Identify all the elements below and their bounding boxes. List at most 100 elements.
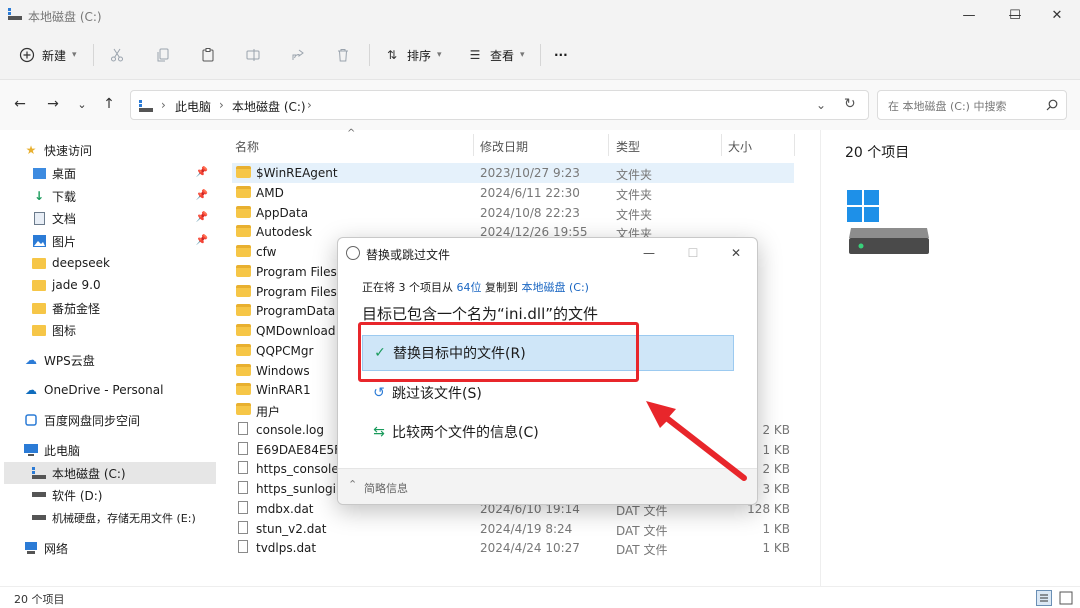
sort-button[interactable]: ⇅ 排序 ▾: [383, 42, 442, 68]
cell-name: ProgramData: [256, 304, 336, 319]
minimize-button-2[interactable]: —: [946, 0, 992, 30]
sidebar-item-fanqie[interactable]: 番茄金怪: [32, 297, 214, 319]
folder-icon: [32, 323, 46, 337]
back-button[interactable]: ←: [10, 94, 30, 114]
search-input[interactable]: 在 本地磁盘 (C:) 中搜索: [877, 90, 1067, 120]
sidebar-item-jade[interactable]: jade 9.0: [32, 274, 214, 296]
clock-icon: [346, 246, 360, 260]
sidebar-item-local-disk-c[interactable]: 本地磁盘 (C:): [4, 462, 216, 484]
cell-name: cfw: [256, 245, 277, 259]
sidebar-item-drive-e[interactable]: 机械硬盘，存储无用文件 (E:): [32, 507, 214, 529]
view-button[interactable]: ☰ 查看 ▾: [466, 42, 525, 68]
address-dropdown-icon[interactable]: ⌄: [816, 98, 826, 112]
column-divider[interactable]: [721, 134, 722, 156]
baidu-netdisk-icon: [24, 413, 38, 427]
sidebar-item-wps-cloud[interactable]: ☁ WPS云盘: [24, 349, 214, 371]
new-button[interactable]: 新建 ▾: [18, 42, 77, 68]
address-bar[interactable]: › 此电脑 › 本地磁盘 (C:) › ⌄ ↻: [130, 90, 869, 120]
cell-name: https_console.s: [256, 462, 349, 477]
sidebar-item-quick-access[interactable]: ★ 快速访问: [24, 139, 214, 161]
sidebar-item-documents[interactable]: 文档 📌: [32, 207, 214, 229]
cell-type: 文件夹: [616, 207, 653, 222]
option-label: 跳过该文件(S): [392, 386, 482, 402]
details-view-icon[interactable]: [1036, 590, 1052, 606]
table-row[interactable]: tvdlps.dat 2024/4/24 10:27 DAT 文件 1 KB: [232, 538, 794, 558]
column-header-size[interactable]: 大小: [728, 138, 752, 155]
delete-icon[interactable]: [334, 46, 352, 64]
new-label: 新建: [42, 48, 67, 63]
more-options-button[interactable]: ···: [554, 42, 568, 68]
dialog-minimize-button[interactable]: —: [634, 242, 664, 264]
table-row[interactable]: AppData 2024/10/8 22:23 文件夹: [232, 203, 794, 223]
cell-name: tvdlps.dat: [256, 541, 317, 556]
pin-icon[interactable]: 📌: [196, 212, 208, 223]
sidebar-label: 文档: [52, 211, 77, 226]
paste-icon[interactable]: [199, 46, 217, 64]
breadcrumb-local-disk[interactable]: 本地磁盘 (C:): [232, 98, 306, 115]
cell-date: 2024/4/24 10:27: [480, 541, 580, 556]
refresh-icon[interactable]: ↻: [844, 96, 856, 112]
file-icon: [238, 540, 248, 554]
table-row[interactable]: stun_v2.dat 2024/4/19 8:24 DAT 文件 1 KB: [232, 519, 794, 539]
fewer-details-button[interactable]: 简略信息: [364, 480, 408, 496]
source-link[interactable]: 64位: [457, 281, 482, 294]
pin-icon[interactable]: 📌: [196, 167, 208, 178]
compare-files-option[interactable]: ⇆ 比较两个文件的信息(C): [362, 414, 734, 450]
status-item-count: 20 个项目: [14, 593, 65, 606]
column-divider[interactable]: [794, 134, 795, 156]
cell-size: 3 KB: [762, 482, 790, 496]
cut-icon[interactable]: [108, 46, 126, 64]
sidebar-item-this-pc[interactable]: 此电脑: [24, 439, 214, 461]
column-divider[interactable]: [608, 134, 609, 156]
column-header-name[interactable]: 名称: [235, 138, 259, 155]
destination-link[interactable]: 本地磁盘 (C:): [522, 281, 589, 294]
large-icons-view-icon[interactable]: [1058, 590, 1074, 606]
sidebar-item-desktop[interactable]: 桌面 📌: [32, 162, 214, 184]
pin-icon[interactable]: 📌: [196, 235, 208, 246]
cell-name: console.log: [256, 422, 324, 437]
sidebar-item-network[interactable]: 网络: [24, 537, 214, 559]
sidebar-item-pictures[interactable]: 图片 📌: [32, 230, 214, 252]
column-divider[interactable]: [473, 134, 474, 156]
cell-type: DAT 文件: [616, 543, 668, 558]
sidebar-label: 本地磁盘 (C:): [52, 466, 126, 481]
table-row[interactable]: AMD 2024/6/11 22:30 文件夹: [232, 183, 794, 203]
chevron-right-icon: ›: [161, 98, 166, 112]
file-icon: [238, 421, 248, 435]
sidebar-item-drive-d[interactable]: 软件 (D:): [32, 484, 214, 506]
sidebar-item-onedrive[interactable]: ☁ OneDrive - Personal: [24, 379, 214, 401]
status-bar: 20 个项目: [0, 586, 1080, 608]
pin-icon[interactable]: 📌: [196, 190, 208, 201]
star-icon: ★: [25, 143, 37, 157]
column-header-date[interactable]: 修改日期: [480, 138, 528, 155]
column-header-type[interactable]: 类型: [616, 138, 640, 155]
chevron-right-icon: ›: [219, 98, 224, 112]
option-label: 比较两个文件的信息(C): [392, 425, 539, 441]
sidebar-label: 百度网盘同步空间: [44, 413, 141, 428]
cell-date: 2024/6/11 22:30: [480, 185, 580, 200]
breadcrumb-this-pc[interactable]: 此电脑: [175, 98, 211, 115]
sidebar-item-icons[interactable]: 图标: [32, 319, 214, 341]
chevron-up-icon[interactable]: ⌃: [348, 478, 357, 491]
close-button[interactable]: ✕: [1034, 0, 1080, 30]
file-icon: [238, 520, 248, 534]
cell-name: $WinREAgent: [256, 166, 338, 180]
copy-icon[interactable]: [154, 46, 172, 64]
forward-button[interactable]: →: [43, 94, 63, 114]
rename-icon[interactable]: [244, 46, 262, 64]
maximize-button[interactable]: ☐: [992, 0, 1038, 30]
document-icon: [32, 211, 46, 225]
chevron-right-icon: ›: [307, 98, 312, 112]
sidebar-item-baidu-sync[interactable]: 百度网盘同步空间: [24, 409, 214, 431]
table-row[interactable]: $WinREAgent 2023/10/27 9:23 文件夹: [232, 163, 794, 183]
sidebar-item-downloads[interactable]: ↓ 下载 📌: [32, 185, 214, 207]
cell-name: Autodesk: [256, 225, 313, 240]
cell-name: QQPCMgr: [256, 343, 314, 358]
share-icon[interactable]: [289, 46, 307, 64]
recent-locations-button[interactable]: ⌄: [72, 94, 92, 114]
cell-size: 2 KB: [762, 462, 790, 477]
dialog-close-button[interactable]: ✕: [721, 242, 751, 264]
folder-icon: [236, 205, 251, 218]
up-button[interactable]: ↑: [99, 94, 119, 114]
sidebar-item-deepseek[interactable]: deepseek: [32, 252, 214, 274]
